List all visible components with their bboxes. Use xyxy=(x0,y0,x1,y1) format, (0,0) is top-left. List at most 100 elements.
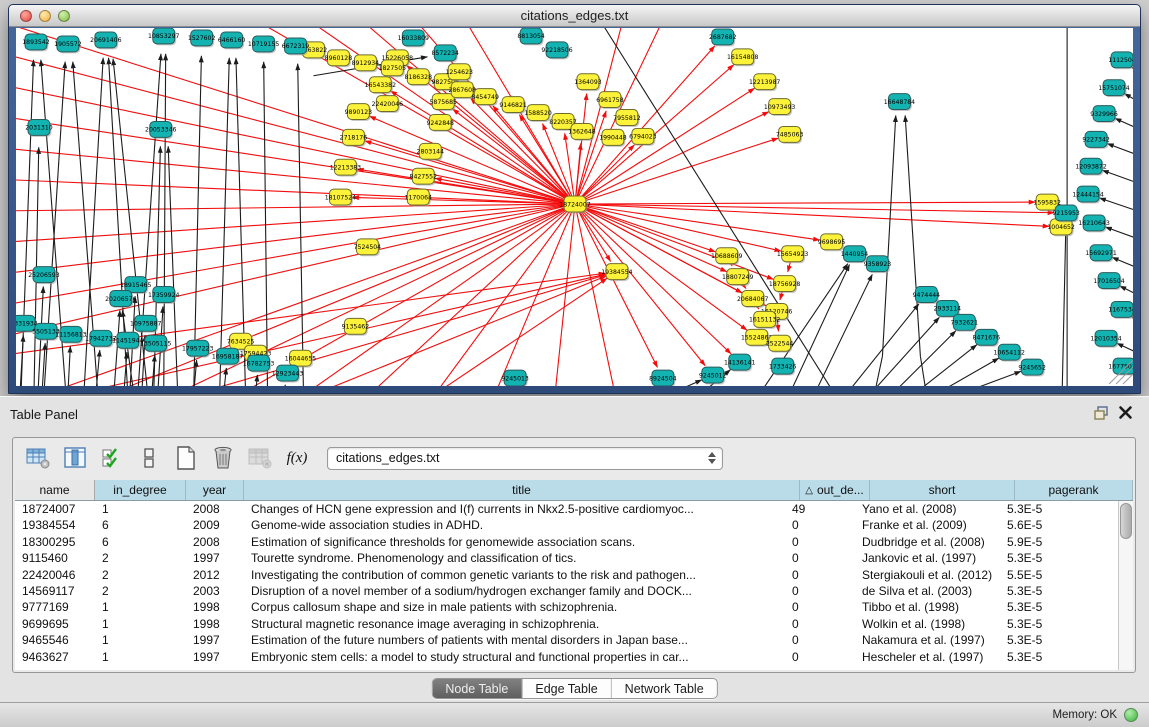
graph-node[interactable]: 10719155 xyxy=(248,36,279,53)
graph-node[interactable]: 14136141 xyxy=(724,354,755,371)
cell-short[interactable]: Wolkin et al. (1998) xyxy=(855,616,1000,632)
zoom-window-icon[interactable] xyxy=(58,10,70,22)
graph-node[interactable]: 15692971 xyxy=(1085,245,1116,262)
column-header-name[interactable]: name xyxy=(15,480,95,500)
cell-short[interactable]: Tibbo et al. (1998) xyxy=(855,599,1000,615)
graph-node[interactable]: 9242848 xyxy=(427,115,455,132)
column-header-short[interactable]: short xyxy=(870,480,1015,500)
cell-out_de[interactable]: 0 xyxy=(785,550,855,566)
cell-out_de[interactable]: 0 xyxy=(785,599,855,615)
cell-year[interactable]: 1998 xyxy=(186,616,244,632)
function-builder-icon[interactable]: f(x) xyxy=(284,445,310,471)
graph-node[interactable]: 1893542 xyxy=(22,34,50,51)
cell-in_degree[interactable]: 1 xyxy=(95,599,186,615)
graph-node[interactable]: 12923443 xyxy=(272,365,303,382)
graph-node[interactable]: 1527602 xyxy=(188,30,216,47)
table-row[interactable]: 1456911722003Disruption of a novel membe… xyxy=(15,583,1118,599)
graph-node[interactable]: 16958187 xyxy=(212,348,243,365)
cell-in_degree[interactable]: 1 xyxy=(95,501,186,517)
cell-in_degree[interactable]: 2 xyxy=(95,583,186,599)
cell-short[interactable]: Nakamura et al. (1997) xyxy=(855,632,1000,648)
column-header-out_de[interactable]: △out_de... xyxy=(800,480,870,500)
cell-year[interactable]: 1997 xyxy=(186,632,244,648)
table-mode-icon[interactable] xyxy=(25,445,51,471)
cell-year[interactable]: 1998 xyxy=(186,599,244,615)
cell-name[interactable]: 18300295 xyxy=(15,534,95,550)
graph-node[interactable]: 16543382 xyxy=(365,77,396,94)
cell-title[interactable]: Structural magnetic resonance image aver… xyxy=(244,616,785,632)
tab-node-table[interactable]: Node Table xyxy=(432,679,521,698)
cell-title[interactable]: Tourette syndrome. Phenomenology and cla… xyxy=(244,550,785,566)
table-row[interactable]: 946362711997Embryonic stem cells: a mode… xyxy=(15,649,1118,665)
cell-pagerank[interactable]: 5.9E-5 xyxy=(1000,534,1118,550)
cell-year[interactable]: 2009 xyxy=(186,517,244,533)
cell-title[interactable]: Disruption of a novel member of a sodium… xyxy=(244,583,785,599)
cell-title[interactable]: Embryonic stem cells: a model to study s… xyxy=(244,649,785,665)
cell-out_de[interactable]: 0 xyxy=(785,534,855,550)
cell-pagerank[interactable]: 5.3E-5 xyxy=(1000,616,1118,632)
cell-name[interactable]: 19384554 xyxy=(15,517,95,533)
graph-node[interactable]: 17957223 xyxy=(182,340,213,357)
graph-node[interactable]: 6466160 xyxy=(218,32,246,49)
graph-node[interactable]: 22420046 xyxy=(372,96,403,113)
graph-node[interactable]: 8924504 xyxy=(649,370,677,386)
cell-short[interactable]: Dudbridge et al. (2008) xyxy=(855,534,1000,550)
cell-year[interactable]: 2012 xyxy=(186,567,244,583)
cell-name[interactable]: 9699695 xyxy=(15,616,95,632)
graph-node[interactable]: 20691406 xyxy=(90,32,121,49)
graph-node[interactable]: 18807249 xyxy=(722,269,753,286)
graph-node[interactable]: 9227342 xyxy=(1082,131,1110,148)
cell-pagerank[interactable]: 5.3E-5 xyxy=(1000,583,1118,599)
cell-title[interactable]: Genome-wide association studies in ADHD. xyxy=(244,517,785,533)
graph-node[interactable]: 16033809 xyxy=(398,30,429,47)
cell-year[interactable]: 2008 xyxy=(186,534,244,550)
graph-node[interactable]: 1112504 xyxy=(1108,52,1133,69)
cell-pagerank[interactable]: 5.3E-5 xyxy=(1000,550,1118,566)
graph-node[interactable]: 9474444 xyxy=(913,287,941,304)
column-header-pagerank[interactable]: pagerank xyxy=(1015,480,1133,500)
graph-node[interactable]: 1733426 xyxy=(769,358,797,375)
scrollbar-thumb[interactable] xyxy=(1120,503,1132,539)
graph-node[interactable]: 9146821 xyxy=(499,97,527,114)
cell-name[interactable]: 9463627 xyxy=(15,649,95,665)
graph-node[interactable]: 16154808 xyxy=(727,49,758,66)
table-row[interactable]: 1830029562008Estimation of significance … xyxy=(15,534,1118,550)
graph-node[interactable]: 10688609 xyxy=(711,248,742,265)
cell-out_de[interactable]: 0 xyxy=(785,616,855,632)
graph-node[interactable]: 1167534 xyxy=(1108,301,1133,318)
graph-node[interactable]: 20206576 xyxy=(105,291,136,308)
cell-pagerank[interactable]: 5.3E-5 xyxy=(1000,632,1118,648)
graph-node[interactable]: 2031310 xyxy=(25,119,53,136)
cell-in_degree[interactable]: 1 xyxy=(95,649,186,665)
cell-pagerank[interactable]: 5.6E-5 xyxy=(1000,517,1118,533)
graph-node[interactable]: 1827505 xyxy=(379,60,407,77)
graph-node[interactable]: 10975887 xyxy=(130,315,161,332)
graph-node[interactable]: 18107524 xyxy=(325,189,356,206)
cell-name[interactable]: 9115460 xyxy=(15,550,95,566)
graph-node[interactable]: 8186328 xyxy=(405,69,433,86)
graph-node[interactable]: 7932621 xyxy=(951,314,979,331)
graph-node[interactable]: 18756928 xyxy=(769,276,800,293)
column-header-year[interactable]: year xyxy=(186,480,244,500)
cell-title[interactable]: Investigating the contribution of common… xyxy=(244,567,785,583)
table-row[interactable]: 946554611997Estimation of the future num… xyxy=(15,632,1118,648)
graph-node[interactable]: 12213383 xyxy=(330,159,361,176)
close-window-icon[interactable] xyxy=(20,10,32,22)
cell-name[interactable]: 9777169 xyxy=(15,599,95,615)
column-header-in_degree[interactable]: in_degree xyxy=(95,480,186,500)
create-column-icon[interactable] xyxy=(173,445,199,471)
graph-node[interactable]: 1440954 xyxy=(841,246,869,263)
select-columns-icon[interactable] xyxy=(99,445,125,471)
graph-node[interactable]: 17359924 xyxy=(148,287,179,304)
tab-edge-table[interactable]: Edge Table xyxy=(521,679,610,698)
graph-node[interactable]: 11156813 xyxy=(55,326,86,343)
graph-node[interactable]: 1254623 xyxy=(445,64,473,81)
cell-year[interactable]: 2008 xyxy=(186,501,244,517)
graph-node[interactable]: 8454749 xyxy=(471,89,499,106)
float-panel-icon[interactable] xyxy=(1093,406,1109,421)
cell-name[interactable]: 9465546 xyxy=(15,632,95,648)
cell-title[interactable]: Estimation of significance thresholds fo… xyxy=(244,534,785,550)
graph-node[interactable]: 2803144 xyxy=(417,143,445,160)
graph-node[interactable]: 8427552 xyxy=(410,168,438,185)
graph-node[interactable]: 1170064 xyxy=(405,189,433,206)
